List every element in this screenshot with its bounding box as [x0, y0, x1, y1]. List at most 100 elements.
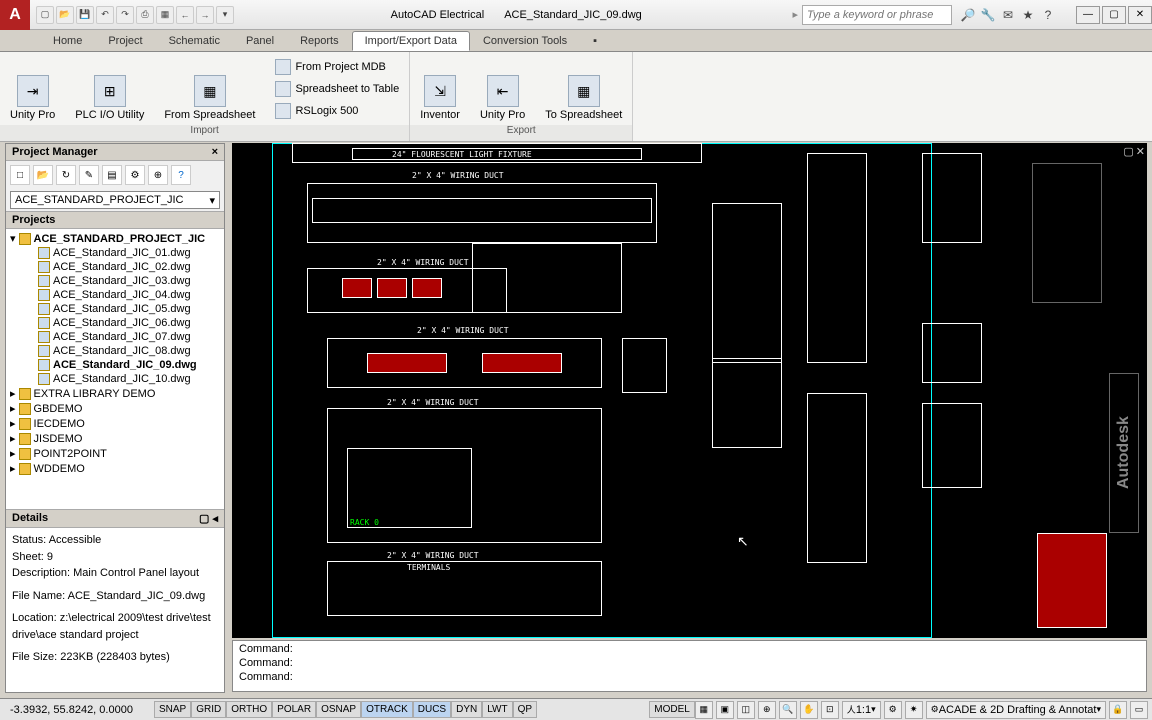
toggle-polar[interactable]: POLAR [272, 701, 316, 718]
plot-icon[interactable]: ▦ [156, 6, 174, 24]
app-menu-icon[interactable]: A [0, 0, 30, 30]
tool-icon[interactable]: ⊕ [148, 165, 168, 185]
tab-home[interactable]: Home [40, 31, 95, 51]
tree-file[interactable]: ACE_Standard_JIC_04.dwg [8, 288, 222, 302]
details-header[interactable]: Details ▢ ◂ [6, 509, 224, 528]
tree-project[interactable]: ▸GBDEMO [8, 401, 222, 416]
tab-reports[interactable]: Reports [287, 31, 352, 51]
print-icon[interactable]: ⎙ [136, 6, 154, 24]
collapse-icon[interactable]: ▢ ◂ [199, 512, 218, 525]
toggle-lwt[interactable]: LWT [482, 701, 512, 718]
pan-icon[interactable]: ✋ [800, 701, 818, 719]
tree-file[interactable]: ACE_Standard_JIC_01.dwg [8, 246, 222, 260]
dwg-label: 2" X 4" WIRING DUCT [417, 326, 509, 335]
toggle-snap[interactable]: SNAP [154, 701, 191, 718]
infocenter-search[interactable] [802, 5, 952, 25]
tree-project[interactable]: ▸WDDEMO [8, 461, 222, 476]
tool-icon[interactable]: ▤ [102, 165, 122, 185]
tree-file[interactable]: ACE_Standard_JIC_08.dwg [8, 344, 222, 358]
tab-panel[interactable]: Panel [233, 31, 287, 51]
help-icon[interactable]: ? [171, 165, 191, 185]
sb-icon[interactable]: ▣ [716, 701, 734, 719]
sb-icon[interactable]: ⊡ [821, 701, 839, 719]
tree-file[interactable]: ACE_Standard_JIC_03.dwg [8, 274, 222, 288]
toggle-osnap[interactable]: OSNAP [316, 701, 361, 718]
filter-icon[interactable]: ⚙ [125, 165, 145, 185]
drawing-canvas[interactable]: 24" FLOURESCENT LIGHT FIXTURE 2" X 4" WI… [232, 143, 1147, 638]
new-icon[interactable]: ▢ [36, 6, 54, 24]
refresh-icon[interactable]: ↻ [56, 165, 76, 185]
tool-icon[interactable]: ✎ [79, 165, 99, 185]
toggle-otrack[interactable]: OTRACK [361, 701, 413, 718]
zoom-icon[interactable]: 🔍 [779, 701, 797, 719]
tree-root[interactable]: ▾ACE_STANDARD_PROJECT_JIC [8, 231, 222, 246]
tab-conversion[interactable]: Conversion Tools [470, 31, 580, 51]
plc-io-button[interactable]: ⊞ PLC I/O Utility [65, 52, 154, 125]
rslogix-button[interactable]: RSLogix 500 [269, 101, 405, 121]
comm-icon[interactable]: ✉ [1000, 7, 1016, 23]
qat-more-icon[interactable]: ▾ [216, 6, 234, 24]
tree-project[interactable]: ▸EXTRA LIBRARY DEMO [8, 386, 222, 401]
tree-file[interactable]: ACE_Standard_JIC_09.dwg [8, 358, 222, 372]
table-icon [275, 81, 291, 97]
key-icon[interactable]: 🔧 [980, 7, 996, 23]
sb-icon[interactable]: ◫ [737, 701, 755, 719]
binoculars-icon[interactable]: 🔎 [960, 7, 976, 23]
tab-schematic[interactable]: Schematic [156, 31, 233, 51]
tree-file[interactable]: ACE_Standard_JIC_06.dwg [8, 316, 222, 330]
sb-icon[interactable]: ⚙ [884, 701, 902, 719]
tab-extra-icon[interactable]: ▪ [580, 31, 610, 51]
ss-to-table-button[interactable]: Spreadsheet to Table [269, 79, 405, 99]
tree-file[interactable]: ACE_Standard_JIC_10.dwg [8, 372, 222, 386]
sb-icon[interactable]: ✷ [905, 701, 923, 719]
favorite-icon[interactable]: ★ [1020, 7, 1036, 23]
inventor-button[interactable]: ⇲ Inventor [410, 52, 470, 125]
sb-icon[interactable]: ⊕ [758, 701, 776, 719]
close-button[interactable]: ✕ [1128, 6, 1152, 24]
cmd-prompt[interactable]: Command: [239, 671, 1140, 685]
tree-project[interactable]: ▸POINT2POINT [8, 446, 222, 461]
from-spreadsheet-button[interactable]: ▦ From Spreadsheet [154, 52, 265, 125]
undo-icon[interactable]: ↶ [96, 6, 114, 24]
viewport-close-icon[interactable]: ✕ [1136, 145, 1145, 158]
redo-icon[interactable]: ↷ [116, 6, 134, 24]
close-icon[interactable]: × [212, 146, 218, 158]
toggle-ducs[interactable]: DUCS [413, 701, 451, 718]
tree-project[interactable]: ▸JISDEMO [8, 431, 222, 446]
open-icon[interactable]: 📂 [56, 6, 74, 24]
save-icon[interactable]: 💾 [76, 6, 94, 24]
tree-file[interactable]: ACE_Standard_JIC_05.dwg [8, 302, 222, 316]
unity-pro-import-button[interactable]: ⇥ Unity Pro [0, 52, 65, 125]
toggle-qp[interactable]: QP [513, 701, 537, 718]
sb-icon[interactable]: ▦ [695, 701, 713, 719]
tree-file[interactable]: ACE_Standard_JIC_02.dwg [8, 260, 222, 274]
toggle-grid[interactable]: GRID [191, 701, 226, 718]
prev-icon[interactable]: ← [176, 6, 194, 24]
model-space-toggle[interactable]: MODEL [649, 701, 695, 718]
tab-project[interactable]: Project [95, 31, 155, 51]
open-project-icon[interactable]: 📂 [33, 165, 53, 185]
unity-pro-export-button[interactable]: ⇤ Unity Pro [470, 52, 535, 125]
minimize-button[interactable]: — [1076, 6, 1100, 24]
command-line[interactable]: Command: Command: Command: [232, 640, 1147, 692]
from-project-mdb-button[interactable]: From Project MDB [269, 57, 405, 77]
help-icon[interactable]: ? [1040, 7, 1056, 23]
toggle-ortho[interactable]: ORTHO [226, 701, 272, 718]
tree-file[interactable]: ACE_Standard_JIC_07.dwg [8, 330, 222, 344]
toggle-dyn[interactable]: DYN [451, 701, 482, 718]
workspace-switcher[interactable]: ⚙ ACADE & 2D Drafting & Annotat ▾ [926, 701, 1106, 719]
viewport-restore-icon[interactable]: ▢ [1123, 145, 1133, 158]
project-dropdown[interactable]: ACE_STANDARD_PROJECT_JIC ▾ [10, 191, 220, 209]
pm-titlebar[interactable]: Project Manager × [6, 144, 224, 161]
sb-icon[interactable]: ▭ [1130, 701, 1148, 719]
tree-project[interactable]: ▸IECDEMO [8, 416, 222, 431]
maximize-button[interactable]: ▢ [1102, 6, 1126, 24]
tab-import-export[interactable]: Import/Export Data [352, 31, 470, 51]
lock-icon[interactable]: 🔒 [1109, 701, 1127, 719]
new-project-icon[interactable]: □ [10, 165, 30, 185]
annotation-scale[interactable]: 人 1:1 ▾ [842, 701, 881, 719]
project-tree[interactable]: ▾ACE_STANDARD_PROJECT_JIC ACE_Standard_J… [6, 229, 224, 509]
folder-icon [19, 418, 31, 430]
to-spreadsheet-button[interactable]: ▦ To Spreadsheet [535, 52, 632, 125]
next-icon[interactable]: → [196, 6, 214, 24]
